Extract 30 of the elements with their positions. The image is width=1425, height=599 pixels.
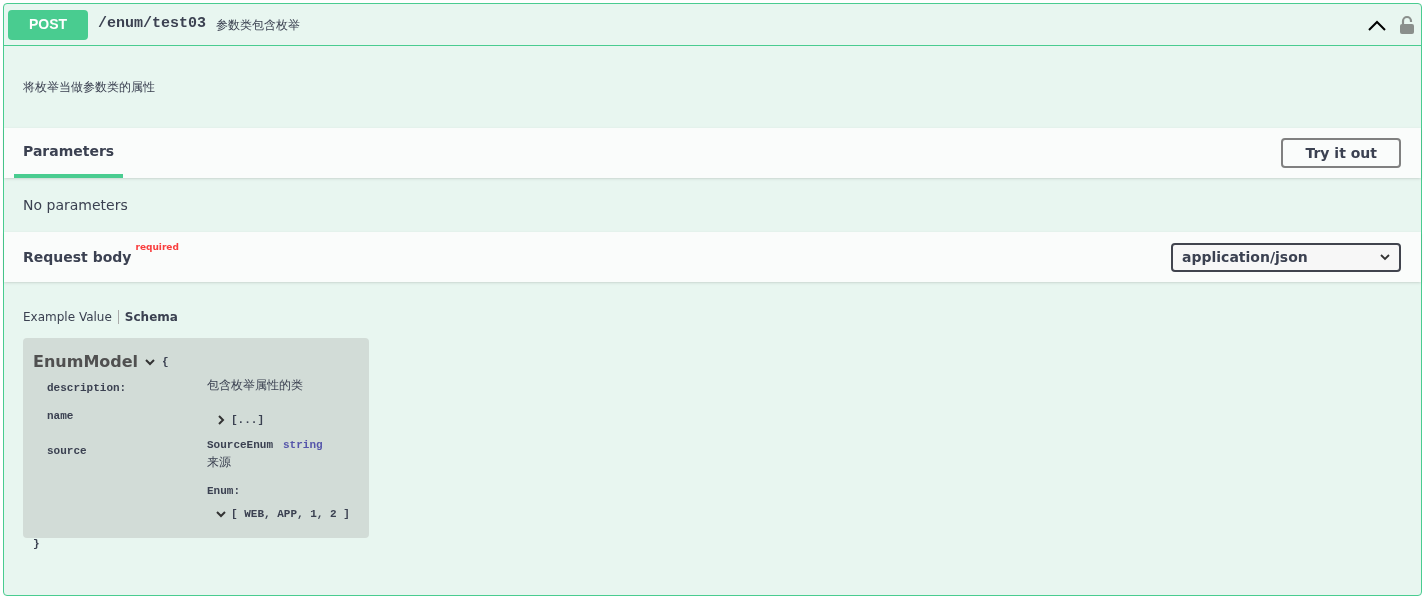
property-description: 包含枚举属性的类	[207, 377, 303, 394]
property-description: 来源	[207, 454, 232, 471]
method-badge: POST	[8, 9, 88, 40]
chevron-down-icon[interactable]	[144, 356, 157, 368]
property-type-name: SourceEnum	[207, 437, 273, 453]
lock-icon[interactable]	[1399, 14, 1415, 35]
close-brace: }	[33, 538, 40, 550]
request-body-title: Request body	[23, 247, 132, 267]
content-type-select[interactable]: application/json	[1171, 242, 1401, 272]
chevron-right-icon[interactable]	[215, 414, 227, 427]
parameters-tab[interactable]: Parameters	[14, 141, 124, 178]
schema-tab[interactable]: Schema	[124, 308, 178, 326]
no-parameters-text: No parameters	[23, 195, 128, 215]
operation-description: 将枚举当做参数类的属性	[23, 79, 155, 96]
chevron-up-icon[interactable]	[1367, 18, 1387, 31]
property-name: source	[47, 444, 87, 457]
enum-values: [ WEB, APP, 1, 2 ]	[231, 506, 350, 522]
endpoint-summary: 参数类包含枚举	[216, 16, 301, 34]
property-name: name	[47, 410, 74, 422]
required-label: required	[135, 240, 179, 254]
property-name: description:	[47, 382, 127, 394]
collapsed-array: [...]	[231, 413, 264, 428]
enum-label: Enum:	[207, 484, 241, 499]
open-brace: {	[162, 354, 169, 370]
property-type: string	[283, 437, 323, 453]
model-name: EnumModel	[33, 351, 139, 373]
try-it-out-button[interactable]: Try it out	[1281, 138, 1401, 168]
chevron-down-icon	[1380, 253, 1390, 261]
schema-tab[interactable]: Example Value	[23, 308, 112, 326]
endpoint-path: /enum/test03	[98, 14, 207, 35]
